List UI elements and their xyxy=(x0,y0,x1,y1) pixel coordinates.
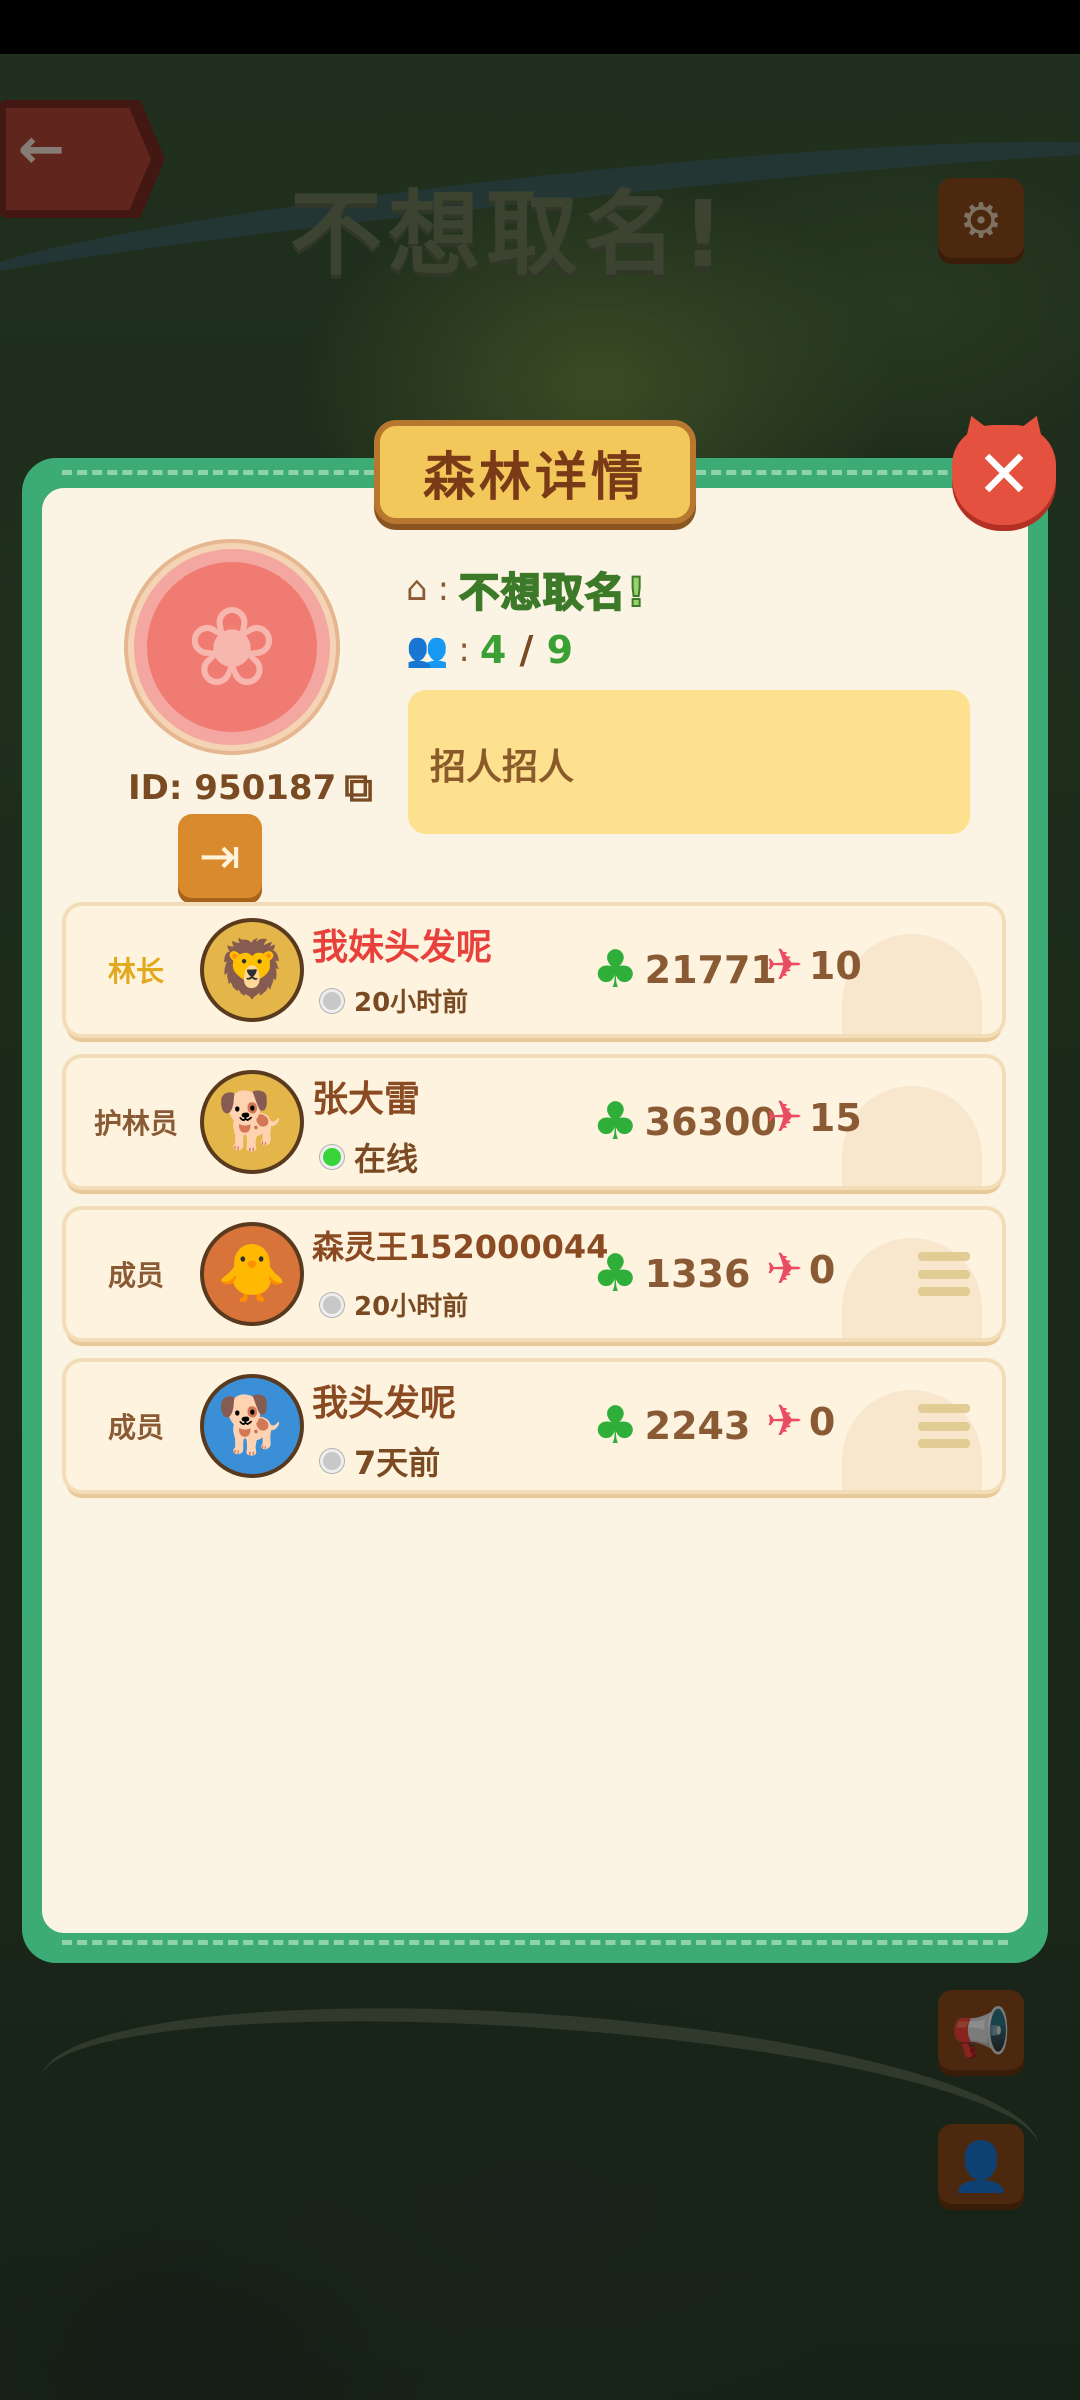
shiba-avatar-icon: 🐕 xyxy=(217,1089,287,1154)
status-text: 20小时前 xyxy=(354,988,469,1018)
lion-dance-avatar-icon: 🦁 xyxy=(217,937,287,1002)
clover-count: 2243 xyxy=(644,1404,751,1448)
member-separator: / xyxy=(519,628,534,672)
panel-bottom-stitch xyxy=(62,1940,1008,1945)
clover-count: 1336 xyxy=(644,1252,751,1296)
member-name: 森灵王152000044 xyxy=(312,1228,609,1266)
offline-dot xyxy=(320,1292,344,1317)
forest-name: 不想取名! xyxy=(458,569,648,617)
close-icon: ✕ xyxy=(976,436,1032,513)
heart-plane-icon: ✈ xyxy=(766,1396,803,1447)
panel-title-banner: 森林详情 xyxy=(374,420,696,524)
clover-icon: ♣ xyxy=(592,1092,639,1152)
forest-id: ID: 950187 ⧉ xyxy=(128,768,373,808)
member-row[interactable]: 成员 🐕 我头发呢 7天前 ♣ 2243 ✈ 0 xyxy=(66,1362,1002,1490)
member-max: 9 xyxy=(546,628,574,672)
member-role: 成员 xyxy=(107,1411,164,1444)
forest-name-row: ⌂ : 不想取名! xyxy=(406,560,647,618)
colon: : xyxy=(458,630,470,670)
duck-avatar-icon: 🐥 xyxy=(217,1241,287,1306)
avatar[interactable]: 🐥 xyxy=(200,1222,304,1326)
clover-stat: ♣ 36300 xyxy=(592,1096,777,1148)
leave-forest-button[interactable]: ⇥ xyxy=(178,814,262,898)
menu-bar xyxy=(918,1421,970,1431)
members-icon: 👥 xyxy=(406,630,449,670)
ghost-decoration xyxy=(842,1086,982,1186)
avatar[interactable]: 🐕 xyxy=(200,1070,304,1174)
clover-stat: ♣ 1336 xyxy=(592,1248,750,1300)
gift-stat: ✈ 0 xyxy=(766,1396,836,1447)
home-icon: ⌂ xyxy=(406,569,428,609)
panel-title: 森林详情 xyxy=(422,447,647,508)
colon: : xyxy=(437,569,450,609)
gift-stat: ✈ 0 xyxy=(766,1244,836,1295)
member-role: 林长 xyxy=(107,955,164,988)
gift-count: 15 xyxy=(808,1096,862,1140)
gift-count: 10 xyxy=(808,944,862,988)
gift-stat: ✈ 15 xyxy=(766,1092,862,1143)
clover-icon: ♣ xyxy=(592,1396,639,1456)
avatar[interactable]: 🦁 xyxy=(200,918,304,1022)
clover-count: 36300 xyxy=(644,1100,777,1144)
member-row[interactable]: 成员 🐥 森灵王152000044 20小时前 ♣ 1336 ✈ 0 xyxy=(66,1210,1002,1338)
status-text: 20小时前 xyxy=(354,1292,469,1322)
member-name: 张大雷 xyxy=(312,1079,421,1120)
member-status: 20小时前 xyxy=(320,1286,468,1323)
gift-count: 0 xyxy=(808,1400,836,1444)
heart-plane-icon: ✈ xyxy=(766,1092,803,1143)
member-name: 我头发呢 xyxy=(312,1383,457,1424)
member-current: 4 xyxy=(479,628,507,672)
clover-icon: ♣ xyxy=(592,940,639,1000)
forest-emblem: ❀ xyxy=(128,543,336,751)
offline-dot xyxy=(320,988,344,1013)
member-menu-button[interactable] xyxy=(918,1252,970,1296)
status-text: 在线 xyxy=(354,1140,419,1178)
member-count: 4 / 9 xyxy=(480,628,573,672)
heart-plane-icon: ✈ xyxy=(766,940,803,991)
offline-dot xyxy=(320,1449,344,1473)
gift-stat: ✈ 10 xyxy=(766,940,862,991)
forest-id-text: ID: 950187 xyxy=(128,768,337,808)
description-text: 招人招人 xyxy=(430,747,575,788)
status-bar xyxy=(0,0,1080,54)
member-role: 成员 xyxy=(107,1259,164,1292)
shiba-avatar-icon: 🐕 xyxy=(217,1393,287,1458)
member-status: 20小时前 xyxy=(320,982,468,1019)
member-row[interactable]: 林长 🦁 我妹头发呢 20小时前 ♣ 21771 ✈ 10 xyxy=(66,906,1002,1034)
butterfly-icon: ❀ xyxy=(185,583,279,711)
clover-count: 21771 xyxy=(644,948,777,992)
clover-icon: ♣ xyxy=(592,1244,639,1304)
online-dot xyxy=(320,1145,344,1169)
ghost-decoration xyxy=(842,934,982,1034)
member-name: 我妹头发呢 xyxy=(312,927,493,968)
menu-bar xyxy=(918,1404,970,1413)
member-row[interactable]: 护林员 🐕 张大雷 在线 ♣ 36300 ✈ 15 xyxy=(66,1058,1002,1186)
menu-bar xyxy=(918,1287,970,1296)
menu-bar xyxy=(918,1439,970,1448)
clover-stat: ♣ 2243 xyxy=(592,1400,750,1452)
clover-stat: ♣ 21771 xyxy=(592,944,777,996)
forest-description: 招人招人 xyxy=(408,690,970,834)
exit-icon: ⇥ xyxy=(199,827,241,885)
menu-bar xyxy=(918,1252,970,1261)
copy-icon[interactable]: ⧉ xyxy=(344,768,373,808)
member-count-row: 👥 : 4 / 9 xyxy=(406,628,573,672)
member-role: 护林员 xyxy=(93,1107,178,1140)
heart-plane-icon: ✈ xyxy=(766,1244,803,1295)
avatar[interactable]: 🐕 xyxy=(200,1374,304,1478)
close-button[interactable]: ✕ xyxy=(952,425,1056,525)
member-status: 在线 xyxy=(320,1134,418,1180)
member-menu-button[interactable] xyxy=(918,1404,970,1448)
emblem-inner: ❀ xyxy=(147,562,317,732)
gift-count: 0 xyxy=(808,1248,836,1292)
member-status: 7天前 xyxy=(320,1438,440,1484)
status-text: 7天前 xyxy=(354,1444,441,1482)
menu-bar xyxy=(918,1269,970,1279)
